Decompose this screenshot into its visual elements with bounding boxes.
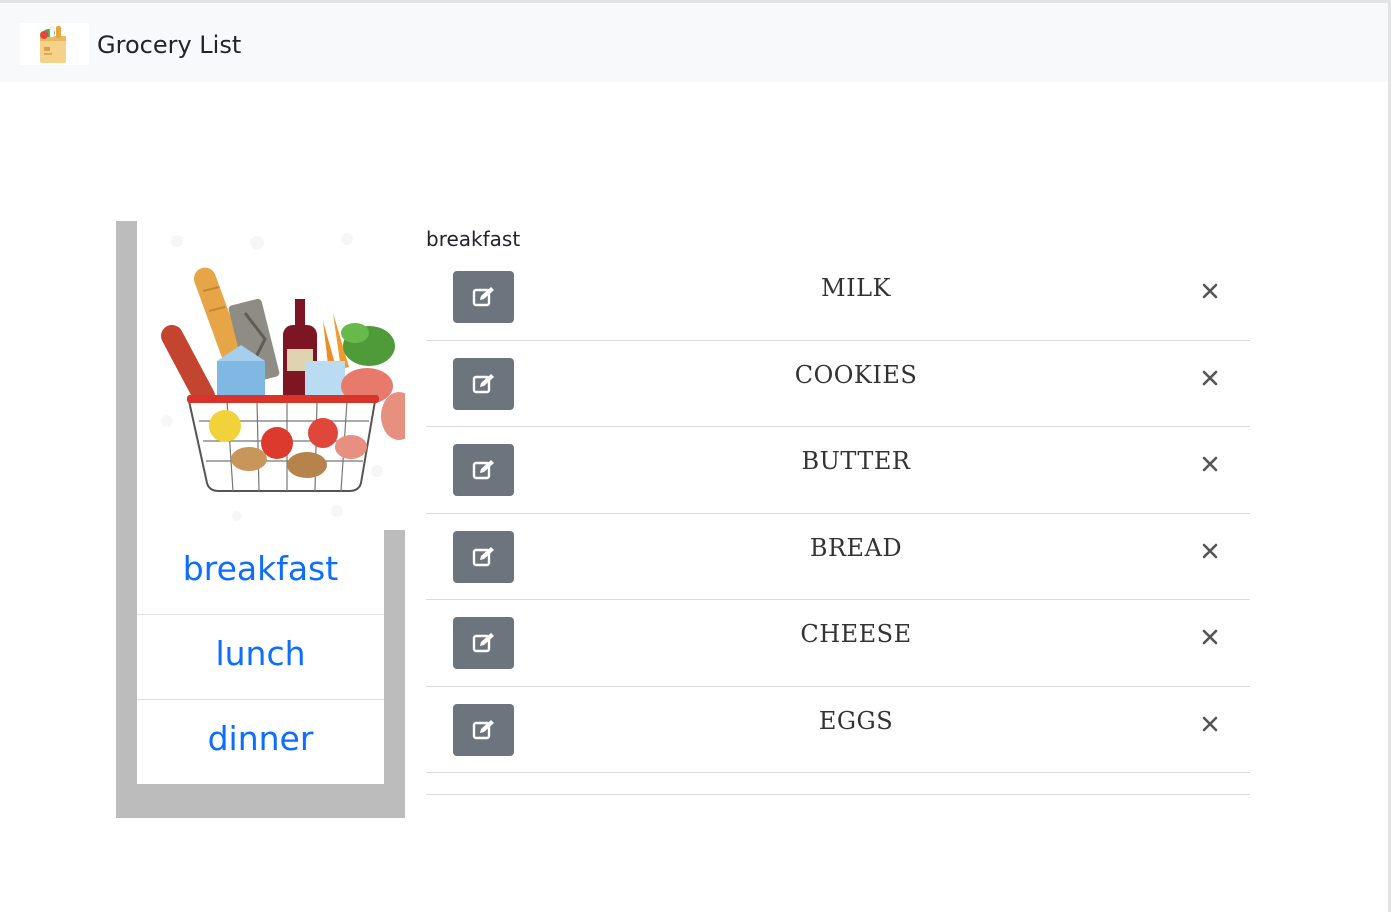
delete-button[interactable]	[1198, 366, 1222, 390]
edit-icon	[472, 546, 494, 566]
app-title: Grocery List	[97, 31, 242, 59]
item-name: BUTTER	[801, 447, 911, 475]
item-name: COOKIES	[794, 360, 918, 389]
edit-icon	[472, 460, 494, 480]
navbar: Grocery List	[0, 3, 1388, 82]
edit-icon	[472, 287, 494, 307]
item-name: EGGS	[818, 706, 894, 735]
close-icon	[1202, 370, 1218, 385]
list-item: COOKIES	[426, 341, 1250, 427]
grocery-bag-icon[interactable]	[20, 23, 89, 65]
close-icon	[1202, 456, 1218, 472]
sidebar: breakfast lunch dinner	[116, 221, 405, 818]
delete-button[interactable]	[1198, 539, 1222, 563]
close-icon	[1202, 543, 1218, 558]
close-icon	[1202, 629, 1218, 645]
edit-button[interactable]	[453, 703, 514, 756]
category-lunch[interactable]: lunch	[137, 615, 384, 700]
close-icon	[1202, 716, 1218, 731]
delete-button[interactable]	[1198, 279, 1222, 303]
edit-icon	[472, 373, 494, 393]
delete-button[interactable]	[1198, 712, 1222, 736]
category-breakfast[interactable]: breakfast	[137, 530, 384, 615]
list-item: MILK	[426, 254, 1250, 341]
list-title: breakfast	[426, 227, 521, 251]
edit-icon	[472, 719, 494, 739]
list-item: EGGS	[426, 687, 1250, 773]
list-item: BREAD	[426, 514, 1250, 600]
category-dinner[interactable]: dinner	[137, 700, 384, 784]
close-icon	[1202, 283, 1218, 299]
category-list: breakfast lunch dinner	[137, 530, 384, 784]
edit-button[interactable]	[453, 357, 514, 410]
grocery-basket-image	[137, 221, 405, 530]
list-item: CHEESE	[426, 600, 1250, 687]
edit-button[interactable]	[453, 271, 514, 323]
list-item: BUTTER	[426, 427, 1250, 514]
edit-button[interactable]	[453, 617, 514, 669]
edit-icon	[472, 633, 494, 653]
item-name: CHEESE	[800, 620, 912, 648]
edit-button[interactable]	[453, 530, 514, 583]
item-name: BREAD	[809, 533, 903, 562]
grocery-items: MILK COOKIES BUTTER BREAD CHEESE EGGS	[426, 254, 1250, 773]
edit-button[interactable]	[453, 444, 514, 496]
item-name: MILK	[821, 274, 891, 302]
delete-button[interactable]	[1198, 625, 1222, 649]
list-divider	[426, 794, 1250, 795]
delete-button[interactable]	[1198, 452, 1222, 476]
